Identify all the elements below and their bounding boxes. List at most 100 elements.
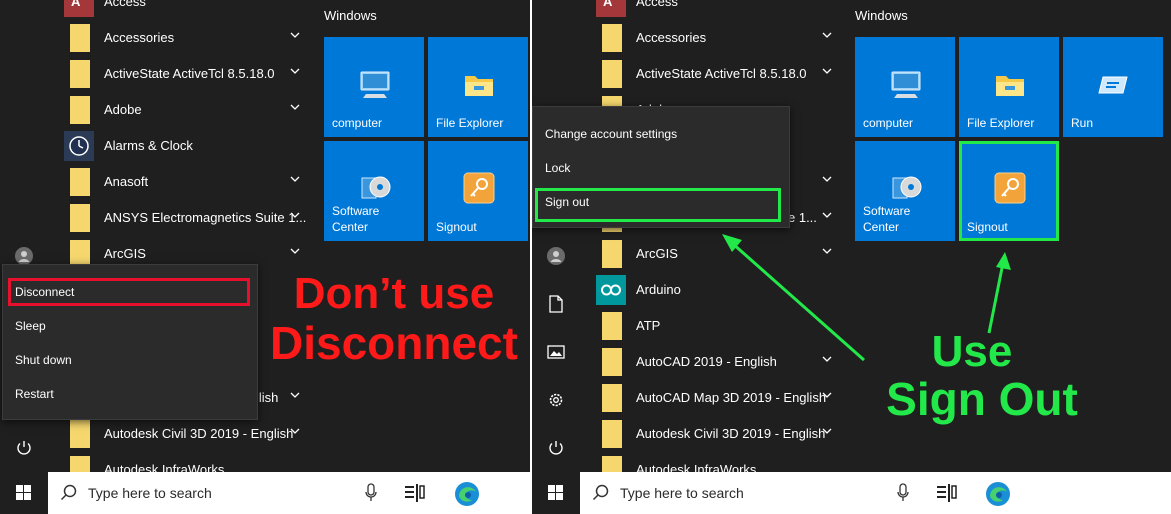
tile-file-explorer[interactable]: File Explorer [428,37,528,137]
edge-browser-icon[interactable] [985,481,1011,507]
app-label: AutoCAD Map 3D 2019 - English [636,390,827,405]
account-menu-lock[interactable]: Lock [533,151,789,185]
chevron-down-icon[interactable] [288,424,302,438]
tile-run[interactable]: Run [1063,37,1163,137]
chevron-down-icon[interactable] [288,28,302,42]
chevron-down-icon[interactable] [288,388,302,402]
folder-icon [70,420,90,448]
search-placeholder: Type here to search [620,485,744,501]
chevron-down-icon[interactable] [288,244,302,258]
app-label: ArcGIS [104,246,146,261]
list-item[interactable]: ActiveState ActiveTcl 8.5.18.0 [56,56,312,92]
key-icon [994,172,1026,204]
app-label: Autodesk Civil 3D 2019 - English [636,426,826,441]
list-item[interactable]: A Access [56,0,312,20]
user-account-button[interactable] [544,244,568,268]
microphone-icon[interactable] [896,483,910,503]
list-item[interactable]: Autodesk Civil 3D 2019 - English [588,416,844,452]
power-menu-sleep[interactable]: Sleep [3,309,257,343]
folder-icon [602,60,622,88]
folder-icon [602,24,622,52]
task-view-icon[interactable] [404,483,426,503]
power-icon [17,441,31,455]
chevron-down-icon[interactable] [288,64,302,78]
list-item[interactable]: Adobe [56,92,312,128]
chevron-down-icon[interactable] [820,172,834,186]
chevron-down-icon[interactable] [288,100,302,114]
list-item[interactable]: Autodesk InfraWorks [588,452,844,472]
annotation-use-line2: Sign Out [886,373,1078,425]
start-button[interactable] [0,472,48,514]
chevron-down-icon[interactable] [820,64,834,78]
list-item[interactable]: Autodesk Civil 3D 2019 - English [56,416,312,452]
list-item[interactable]: ANSYS Electromagnetics Suite 1... [56,200,312,236]
list-item[interactable]: A Access [588,0,844,20]
list-item[interactable]: Alarms & Clock [56,128,312,164]
app-label: Access [636,0,678,9]
search-placeholder: Type here to search [88,485,212,501]
tile-computer[interactable]: computer [855,37,955,137]
tile-file-explorer[interactable]: File Explorer [959,37,1059,137]
folder-icon [70,204,90,232]
taskbar-right: Type here to search [532,472,1171,514]
search-icon [60,484,77,501]
list-item[interactable]: AutoCAD Map 3D 2019 - English [588,380,844,416]
taskbar-search-box[interactable]: Type here to search [580,472,920,514]
chevron-down-icon[interactable] [288,172,302,186]
start-rail-right [532,0,580,472]
chevron-down-icon[interactable] [820,388,834,402]
power-menu-restart[interactable]: Restart [3,377,257,411]
edge-browser-icon[interactable] [454,481,480,507]
list-item[interactable]: ActiveState ActiveTcl 8.5.18.0 [588,56,844,92]
microphone-icon[interactable] [364,483,378,503]
tile-software-center[interactable]: Software Center [324,141,424,241]
annotation-dont-use-line1: Don’t use [293,269,495,318]
key-icon [463,172,495,204]
menu-item-label: Change account settings [545,127,678,141]
chevron-down-icon[interactable] [288,208,302,222]
folder-icon [602,312,622,340]
folder-icon [602,420,622,448]
pictures-button[interactable] [544,340,568,364]
task-view-icon[interactable] [936,483,958,503]
user-avatar-icon [547,247,565,265]
tile-label: computer [863,116,914,130]
document-icon [549,295,563,313]
tile-computer[interactable]: computer [324,37,424,137]
app-label: Arduino [636,282,681,297]
power-menu-shut-down[interactable]: Shut down [3,343,257,377]
settings-button[interactable] [544,388,568,412]
folder-icon [602,240,622,268]
tiles-group-header: Windows [855,8,908,23]
chevron-down-icon[interactable] [820,424,834,438]
app-label: Autodesk InfraWorks [636,462,757,472]
taskbar-left: Type here to search [0,472,530,514]
list-item[interactable]: Accessories [588,20,844,56]
power-button[interactable] [12,436,36,460]
windows-logo-icon [548,485,563,500]
computer-icon [891,71,921,98]
power-button[interactable] [544,436,568,460]
taskbar-search-box[interactable]: Type here to search [48,472,388,514]
run-icon [1098,76,1128,94]
chevron-down-icon[interactable] [820,208,834,222]
account-menu-change-settings[interactable]: Change account settings [533,117,789,151]
user-avatar-icon [15,247,33,265]
menu-item-label: Restart [15,387,54,401]
app-label: Autodesk Civil 3D 2019 - English [104,426,294,441]
folder-icon [602,348,622,376]
app-label: ActiveState ActiveTcl 8.5.18.0 [636,66,807,81]
list-item[interactable]: Anasoft [56,164,312,200]
folder-icon [602,384,622,412]
app-label: ActiveState ActiveTcl 8.5.18.0 [104,66,275,81]
start-button[interactable] [532,472,580,514]
search-icon [592,484,609,501]
documents-button[interactable] [544,292,568,316]
list-item[interactable]: Accessories [56,20,312,56]
tile-label: File Explorer [967,116,1035,130]
file-explorer-icon [465,76,493,96]
tile-signout[interactable]: Signout [428,141,528,241]
list-item[interactable]: Autodesk InfraWorks [56,452,312,472]
chevron-down-icon[interactable] [820,28,834,42]
app-label: Anasoft [104,174,149,189]
